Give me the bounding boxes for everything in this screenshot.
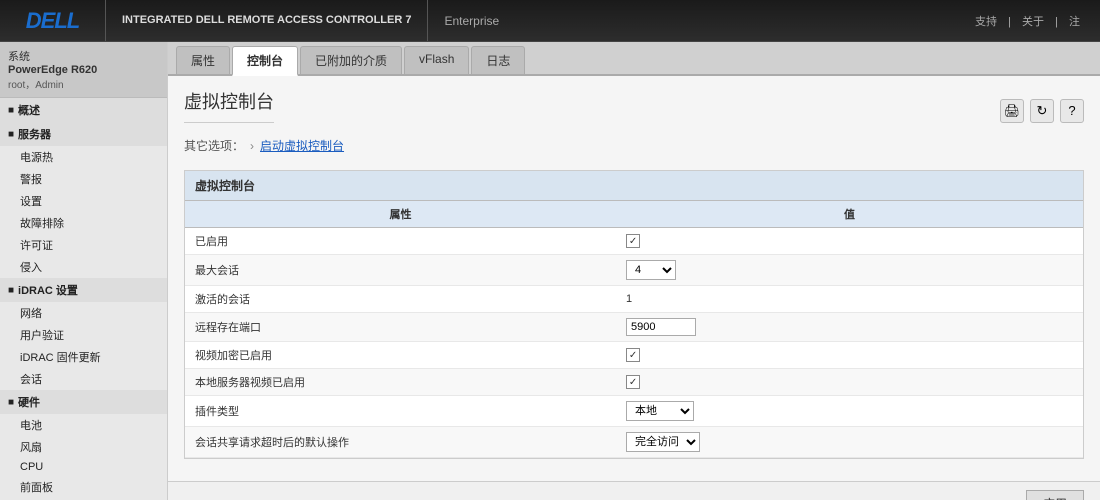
prop-plugin-label: 插件类型: [185, 396, 616, 427]
section-title: 虚拟控制台: [185, 171, 1083, 201]
plugin-select[interactable]: 本地 Java ActiveX: [626, 401, 694, 421]
tab-bar: 属性 控制台 已附加的介质 vFlash 日志: [168, 42, 1100, 76]
sidebar-item-userauth[interactable]: 用户验证: [0, 324, 167, 346]
sidebar: 系统 PowerEdge R620 root，Admin ■ 概述 ■ 服务器 …: [0, 42, 168, 500]
page-title: 虚拟控制台: [184, 88, 274, 123]
prop-enabled-label: 已启用: [185, 228, 616, 255]
prop-enabled-value: [616, 228, 1083, 255]
main-layout: 系统 PowerEdge R620 root，Admin ■ 概述 ■ 服务器 …: [0, 42, 1100, 500]
tab-properties[interactable]: 属性: [176, 46, 230, 74]
enabled-checkbox[interactable]: [626, 234, 640, 248]
table-row: 会话共享请求超时后的默认操作 完全访问 只读 拒绝: [185, 427, 1083, 458]
print-button[interactable]: 🖨: [1000, 99, 1024, 123]
breadcrumb: 其它选项： › 启动虚拟控制台: [184, 133, 1084, 158]
table-row: 最大会话 1 2 3 4: [185, 255, 1083, 286]
tab-vflash[interactable]: vFlash: [404, 46, 469, 74]
col-property-header: 属性: [185, 201, 616, 228]
prop-timeout-value: 完全访问 只读 拒绝: [616, 427, 1083, 458]
header: DELL INTEGRATED DELL REMOTE ACCESS CONTR…: [0, 0, 1100, 42]
prop-port-label: 远程存在端口: [185, 313, 616, 342]
sidebar-item-firmware[interactable]: iDRAC 固件更新: [0, 346, 167, 368]
sidebar-item-overview[interactable]: ■ 概述: [0, 98, 167, 122]
sidebar-item-hardware[interactable]: ■ 硬件: [0, 390, 167, 414]
sidebar-hardware-label: 硬件: [18, 394, 40, 410]
sidebar-user-info: root，Admin: [8, 76, 159, 91]
header-enterprise: Enterprise: [428, 14, 515, 28]
sidebar-item-battery[interactable]: 电池: [0, 414, 167, 436]
sidebar-item-troubleshoot[interactable]: 故障排除: [0, 212, 167, 234]
page-content: 虚拟控制台 🖨 ↻ ? 其它选项： › 启动虚拟控制台 虚拟控制台: [168, 76, 1100, 481]
virtual-console-section: 虚拟控制台 属性 值 已启用: [184, 170, 1084, 459]
sidebar-item-server[interactable]: ■ 服务器: [0, 122, 167, 146]
sidebar-item-alert[interactable]: 警报: [0, 168, 167, 190]
sidebar-item-cpu[interactable]: CPU: [0, 458, 167, 476]
sidebar-item-intrusion[interactable]: 侵入: [0, 256, 167, 278]
prop-plugin-value: 本地 Java ActiveX: [616, 396, 1083, 427]
page-title-row: 虚拟控制台 🖨 ↻ ?: [184, 88, 1084, 133]
sidebar-system-info: 系统 PowerEdge R620 root，Admin: [0, 42, 167, 98]
header-title: INTEGRATED DELL REMOTE ACCESS CONTROLLER…: [106, 0, 428, 41]
table-row: 本地服务器视频已启用: [185, 369, 1083, 396]
refresh-button[interactable]: ↻: [1030, 99, 1054, 123]
table-row: 远程存在端口: [185, 313, 1083, 342]
table-row: 插件类型 本地 Java ActiveX: [185, 396, 1083, 427]
properties-table: 属性 值 已启用 最大: [185, 201, 1083, 458]
help-button[interactable]: ?: [1060, 99, 1084, 123]
dell-logo: DELL: [26, 8, 79, 34]
sidebar-item-license[interactable]: 许可证: [0, 234, 167, 256]
sidebar-idrac-label: iDRAC 设置: [18, 282, 78, 298]
table-row: 激活的会话 1: [185, 286, 1083, 313]
overview-toggle-icon: ■: [8, 105, 14, 116]
sidebar-nav: ■ 概述 ■ 服务器 电源热 警报 设置 故障排除 许可证 侵入 ■ iDRAC…: [0, 98, 167, 500]
footer: 应用: [168, 481, 1100, 500]
prop-timeout-label: 会话共享请求超时后的默认操作: [185, 427, 616, 458]
server-toggle-icon: ■: [8, 129, 14, 140]
tab-logs[interactable]: 日志: [471, 46, 525, 74]
sidebar-device-name: PowerEdge R620: [8, 64, 159, 76]
table-row: 已启用: [185, 228, 1083, 255]
prop-videoenc-value: [616, 342, 1083, 369]
apply-button[interactable]: 应用: [1026, 490, 1084, 500]
sidebar-item-frontpanel[interactable]: 前面板: [0, 476, 167, 498]
register-link[interactable]: 注: [1069, 16, 1080, 28]
dell-logo-container: DELL: [0, 0, 106, 41]
prop-activesession-value: 1: [616, 286, 1083, 313]
localvideo-checkbox[interactable]: [626, 375, 640, 389]
table-row: 视频加密已启用: [185, 342, 1083, 369]
breadcrumb-separator: ›: [250, 139, 254, 153]
idrac-toggle-icon: ■: [8, 285, 14, 296]
header-links: 支持 | 关于 | 注: [971, 13, 1100, 29]
sidebar-item-fan[interactable]: 风扇: [0, 436, 167, 458]
prop-port-value: [616, 313, 1083, 342]
main-content: 属性 控制台 已附加的介质 vFlash 日志 虚拟控制台 🖨 ↻ ? 其它选项…: [168, 42, 1100, 500]
sidebar-item-settings[interactable]: 设置: [0, 190, 167, 212]
tab-console[interactable]: 控制台: [232, 46, 298, 76]
sidebar-item-network[interactable]: 网络: [0, 302, 167, 324]
page-actions: 🖨 ↻ ?: [1000, 99, 1084, 123]
prop-maxsession-label: 最大会话: [185, 255, 616, 286]
tab-media[interactable]: 已附加的介质: [300, 46, 402, 74]
prop-maxsession-value: 1 2 3 4: [616, 255, 1083, 286]
about-link[interactable]: 关于: [1022, 16, 1044, 28]
sidebar-system-label: 系统: [8, 48, 159, 64]
breadcrumb-label: 其它选项：: [184, 137, 244, 154]
prop-localvideo-label: 本地服务器视频已启用: [185, 369, 616, 396]
port-input[interactable]: [626, 318, 696, 336]
prop-videoenc-label: 视频加密已启用: [185, 342, 616, 369]
breadcrumb-link[interactable]: 启动虚拟控制台: [260, 137, 344, 154]
videoenc-checkbox[interactable]: [626, 348, 640, 362]
hardware-toggle-icon: ■: [8, 397, 14, 408]
prop-localvideo-value: [616, 369, 1083, 396]
sidebar-server-label: 服务器: [18, 126, 51, 142]
col-value-header: 值: [616, 201, 1083, 228]
prop-activesession-label: 激活的会话: [185, 286, 616, 313]
maxsession-select[interactable]: 1 2 3 4: [626, 260, 676, 280]
sidebar-item-power[interactable]: 电源热: [0, 146, 167, 168]
sidebar-item-idrac[interactable]: ■ iDRAC 设置: [0, 278, 167, 302]
sidebar-overview-label: 概述: [18, 102, 40, 118]
sidebar-item-sessions[interactable]: 会话: [0, 368, 167, 390]
timeout-select[interactable]: 完全访问 只读 拒绝: [626, 432, 700, 452]
support-link[interactable]: 支持: [975, 16, 997, 28]
